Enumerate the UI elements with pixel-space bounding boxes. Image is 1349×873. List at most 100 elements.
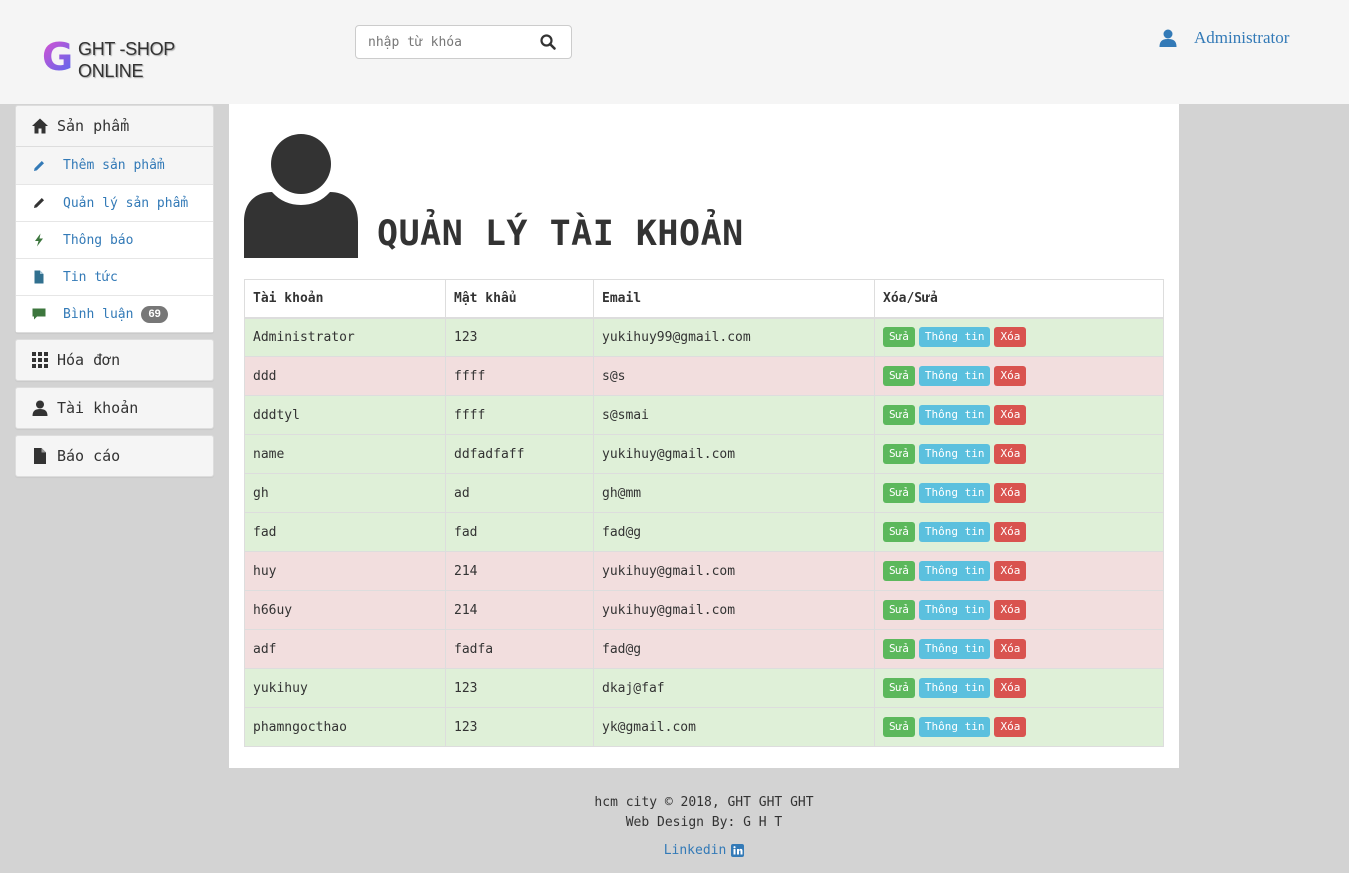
edit-button[interactable]: Sửa bbox=[883, 366, 915, 386]
sidebar-item-label: Báo cáo bbox=[57, 447, 121, 465]
sidebar-item-label: Hóa đơn bbox=[57, 351, 121, 369]
email-cell: yukihuy@gmail.com bbox=[593, 551, 875, 591]
info-button[interactable]: Thông tin bbox=[918, 405, 991, 425]
email-cell: yukihuy@gmail.com bbox=[593, 434, 875, 474]
info-button[interactable]: Thông tin bbox=[918, 327, 991, 348]
user-menu[interactable]: Administrator bbox=[1158, 26, 1289, 50]
password-cell: ddfadfaff bbox=[445, 434, 594, 474]
info-button[interactable]: Thông tin bbox=[918, 639, 991, 659]
pencil-icon bbox=[34, 198, 44, 208]
sidebar-item-invoices[interactable]: Hóa đơn bbox=[16, 340, 213, 380]
delete-button[interactable]: Xóa bbox=[994, 600, 1027, 620]
info-button[interactable]: Thông tin bbox=[918, 600, 991, 620]
comments-count-badge: 69 bbox=[141, 305, 168, 323]
actions-cell: Sửa Thông tin Xóa bbox=[874, 629, 1164, 669]
user-name-link[interactable]: Administrator bbox=[1194, 28, 1289, 48]
sidebar-item-news[interactable]: Tin tức bbox=[16, 258, 213, 295]
info-button[interactable]: Thông tin bbox=[918, 444, 991, 464]
sidebar-item-label: Tài khoản bbox=[57, 399, 139, 417]
actions-cell: Sửa Thông tin Xóa bbox=[874, 356, 1164, 396]
column-header-account: Tài khoản bbox=[244, 279, 446, 319]
password-cell: fadfa bbox=[445, 629, 594, 669]
actions-cell: Sửa Thông tin Xóa bbox=[874, 473, 1164, 513]
sidebar-item-label: Thông báo bbox=[63, 232, 134, 248]
logo[interactable]: G GHT -SHOP ONLINE bbox=[42, 37, 182, 85]
table-row: huy 214 yukihuy@gmail.com Sửa Thông tin Xóa bbox=[244, 551, 1164, 591]
sidebar: Sản phẩm Thêm sản phẩm Quản lý sản phẩm … bbox=[15, 105, 214, 483]
delete-button[interactable]: Xóa bbox=[994, 327, 1027, 348]
pencil-icon bbox=[34, 160, 44, 171]
account-cell: fad bbox=[244, 512, 446, 552]
table-row: name ddfadfaff yukihuy@gmail.com Sửa Thông t… bbox=[244, 434, 1164, 474]
flash-icon bbox=[35, 233, 43, 247]
info-button[interactable]: Thông tin bbox=[918, 522, 991, 542]
delete-button[interactable]: Xóa bbox=[994, 678, 1027, 698]
sidebar-item-label: Thêm sản phẩm bbox=[63, 158, 165, 173]
logo-g-icon: G bbox=[42, 35, 74, 79]
email-cell: fad@g bbox=[593, 629, 875, 669]
edit-button[interactable]: Sửa bbox=[883, 678, 915, 698]
password-cell: 214 bbox=[445, 590, 594, 630]
linkedin-label: Linkedin bbox=[663, 843, 727, 858]
edit-button[interactable]: Sửa bbox=[883, 327, 915, 348]
sidebar-item-label: Bình luận bbox=[63, 306, 134, 322]
linkedin-link[interactable]: Linkedin bbox=[664, 843, 745, 858]
info-button[interactable]: Thông tin bbox=[918, 366, 991, 386]
edit-button[interactable]: Sửa bbox=[883, 522, 915, 542]
table-row: adf fadfa fad@g Sửa Thông tin Xóa bbox=[244, 629, 1164, 669]
sidebar-item-accounts[interactable]: Tài khoản bbox=[16, 388, 213, 428]
search-box bbox=[355, 25, 572, 59]
table-row: phamngocthao 123 yk@gmail.com Sửa Thông tin X… bbox=[244, 707, 1164, 747]
email-cell: yk@gmail.com bbox=[593, 707, 875, 747]
delete-button[interactable]: Xóa bbox=[994, 522, 1027, 542]
info-button[interactable]: Thông tin bbox=[918, 483, 991, 503]
email-cell: yukihuy@gmail.com bbox=[593, 590, 875, 630]
footer-credit: Web Design By: G H T bbox=[625, 815, 783, 830]
column-header-actions: Xóa/Sửa bbox=[874, 279, 1164, 319]
edit-button[interactable]: Sửa bbox=[883, 561, 915, 581]
edit-button[interactable]: Sửa bbox=[883, 600, 915, 620]
sidebar-panel-reports: Báo cáo bbox=[15, 435, 214, 477]
actions-cell: Sửa Thông tin Xóa bbox=[874, 317, 1164, 357]
table-row: dddtyl ffff s@smai Sửa Thông tin Xóa bbox=[244, 395, 1164, 435]
edit-button[interactable]: Sửa bbox=[883, 483, 915, 503]
sidebar-item-manage-products[interactable]: Quản lý sản phẩm bbox=[16, 184, 213, 221]
edit-button[interactable]: Sửa bbox=[883, 444, 915, 464]
delete-button[interactable]: Xóa bbox=[994, 483, 1027, 503]
delete-button[interactable]: Xóa bbox=[994, 366, 1027, 386]
edit-button[interactable]: Sửa bbox=[883, 639, 915, 659]
password-cell: fad bbox=[445, 512, 594, 552]
sidebar-item-notifications[interactable]: Thông báo bbox=[16, 221, 213, 258]
delete-button[interactable]: Xóa bbox=[994, 405, 1027, 425]
sidebar-panel-products: Sản phẩm Thêm sản phẩm Quản lý sản phẩm … bbox=[15, 105, 214, 333]
sidebar-item-comments[interactable]: Bình luận 69 bbox=[16, 295, 213, 332]
table-header-row: Tài khoản Mật khẩu Email Xóa/Sửa bbox=[244, 279, 1164, 319]
email-cell: fad@g bbox=[593, 512, 875, 552]
password-cell: 123 bbox=[445, 317, 594, 357]
sidebar-item-reports[interactable]: Báo cáo bbox=[16, 436, 213, 476]
search-icon[interactable] bbox=[539, 33, 557, 51]
delete-button[interactable]: Xóa bbox=[994, 561, 1027, 581]
email-cell: s@smai bbox=[593, 395, 875, 435]
account-cell: ddd bbox=[244, 356, 446, 396]
sidebar-item-add-product[interactable]: Thêm sản phẩm bbox=[16, 147, 213, 184]
search-input[interactable] bbox=[356, 26, 526, 58]
edit-button[interactable]: Sửa bbox=[883, 717, 915, 737]
account-cell: h66uy bbox=[244, 590, 446, 630]
info-button[interactable]: Thông tin bbox=[918, 678, 991, 698]
table-row: Administrator 123 yukihuy99@gmail.com Sửa Th… bbox=[244, 317, 1164, 357]
edit-button[interactable]: Sửa bbox=[883, 405, 915, 425]
sidebar-item-products[interactable]: Sản phẩm bbox=[16, 106, 213, 146]
actions-cell: Sửa Thông tin Xóa bbox=[874, 512, 1164, 552]
footer: hcm city © 2018, GHT GHT GHT Web Design … bbox=[229, 793, 1179, 858]
grid-icon bbox=[32, 352, 48, 368]
info-button[interactable]: Thông tin bbox=[918, 561, 991, 581]
password-cell: 123 bbox=[445, 707, 594, 747]
delete-button[interactable]: Xóa bbox=[994, 639, 1027, 659]
page-title: QUẢN LÝ TÀI KHOẢN bbox=[377, 214, 744, 254]
info-button[interactable]: Thông tin bbox=[918, 717, 991, 737]
email-cell: dkaj@faf bbox=[593, 668, 875, 708]
delete-button[interactable]: Xóa bbox=[994, 717, 1027, 737]
account-cell: huy bbox=[244, 551, 446, 591]
delete-button[interactable]: Xóa bbox=[994, 444, 1027, 464]
